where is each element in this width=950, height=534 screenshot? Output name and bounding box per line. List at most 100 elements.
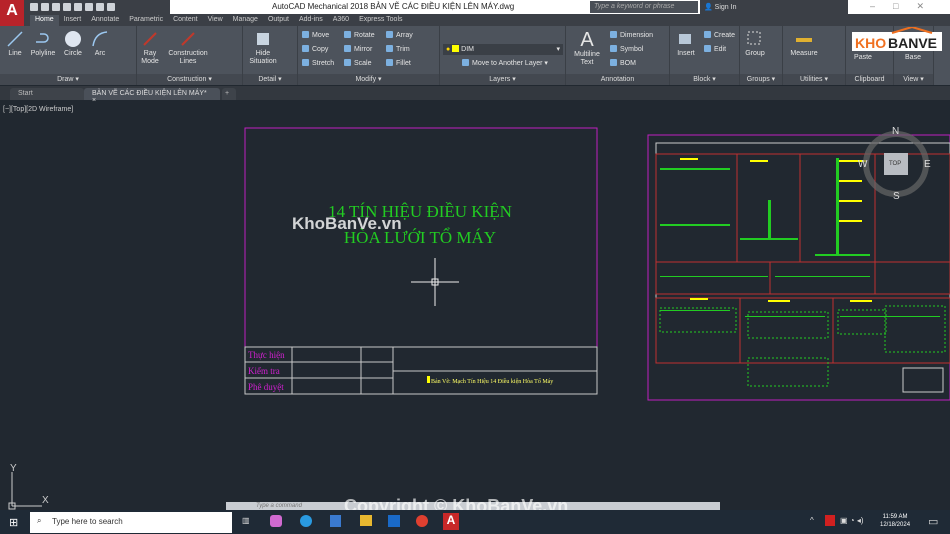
- arc-button[interactable]: Arc: [88, 30, 112, 58]
- open-icon[interactable]: [41, 3, 49, 11]
- window-controls[interactable]: –□✕: [870, 1, 942, 12]
- autocad-taskbar-icon[interactable]: A: [443, 513, 459, 530]
- compass-south[interactable]: S: [893, 191, 900, 202]
- file-tabs: Start BẢN VẼ CÁC ĐIỀU KIỆN LÊN MÁY* × +: [0, 86, 950, 104]
- clock[interactable]: 11:59 AM 12/18/2024: [880, 513, 910, 529]
- insert-button[interactable]: Insert: [672, 30, 700, 58]
- panel-label: Clipboard: [846, 74, 893, 85]
- scale-button[interactable]: Scale: [344, 59, 372, 67]
- sign-in-label: Sign In: [714, 4, 737, 11]
- tray-app-icon[interactable]: [825, 515, 835, 526]
- dimension-icon: [610, 31, 617, 38]
- array-button[interactable]: Array: [386, 31, 413, 39]
- file-explorer-icon[interactable]: [360, 515, 372, 526]
- panel-label[interactable]: View ▾: [894, 74, 933, 85]
- tab-drawing[interactable]: BẢN VẼ CÁC ĐIỀU KIỆN LÊN MÁY* ×: [84, 88, 220, 104]
- fillet-icon: [386, 59, 393, 66]
- bom-button[interactable]: BOM: [610, 59, 636, 67]
- create-block-button[interactable]: Create: [704, 31, 735, 39]
- window-title: AutoCAD Mechanical 2018 BẢN VẼ CÁC ĐIỀU …: [272, 2, 515, 11]
- polyline-button[interactable]: Polyline: [28, 30, 58, 58]
- hide-situation-button[interactable]: Hide Situation: [245, 30, 281, 66]
- multiline-text-button[interactable]: A Multiline Text: [568, 29, 606, 67]
- viewcube[interactable]: N W E S TOP: [858, 126, 942, 202]
- panel-label[interactable]: Modify ▾: [298, 74, 439, 85]
- trim-button[interactable]: Trim: [386, 45, 410, 53]
- ray-mode-button[interactable]: Ray Mode: [137, 30, 163, 66]
- compass-east[interactable]: E: [924, 159, 931, 170]
- paste-button[interactable]: Paste: [850, 54, 876, 62]
- new-tab-button[interactable]: +: [222, 88, 236, 100]
- workspace-icon[interactable]: [107, 3, 115, 11]
- windows-start-icon[interactable]: ⊞: [9, 516, 18, 529]
- edge-icon[interactable]: [300, 515, 312, 527]
- drawing-canvas[interactable]: 14 TÍN HIỆU ĐIỀU KIỆN HÒA LƯỚI TỔ MÁY Th…: [0, 100, 950, 510]
- viewcube-top-face[interactable]: TOP: [889, 161, 901, 167]
- task-view-icon[interactable]: ▥: [242, 516, 250, 525]
- layer-dropdown[interactable]: ● DIM ▾: [443, 44, 563, 55]
- new-icon[interactable]: [30, 3, 38, 11]
- copilot-icon[interactable]: [270, 515, 282, 527]
- polyline-icon: [36, 33, 49, 43]
- panel-construction: Ray Mode Construction Lines Construction…: [137, 26, 243, 85]
- panel-label[interactable]: Construction ▾: [137, 74, 242, 85]
- save-icon[interactable]: [52, 3, 60, 11]
- crosshair-cursor: [411, 258, 459, 306]
- measure-button[interactable]: Measure: [787, 30, 821, 58]
- row-label-kiem-tra: Kiểm tra: [248, 366, 280, 376]
- drawing-caption: Bản Vẽ: Mạch Tín Hiệu 14 Điều kiện Hòa T…: [431, 378, 553, 385]
- undo-icon[interactable]: [85, 3, 93, 11]
- redo-icon[interactable]: [96, 3, 104, 11]
- search-icon: ⌕: [37, 516, 42, 525]
- panel-label[interactable]: Utilities ▾: [783, 74, 845, 85]
- row-label-thuc-hien: Thực hiện: [248, 350, 285, 360]
- print-icon[interactable]: [74, 3, 82, 11]
- layer-move-icon: [462, 59, 469, 66]
- outlook-icon[interactable]: [388, 515, 400, 527]
- tab-start[interactable]: Start: [10, 88, 84, 100]
- notifications-icon[interactable]: ▭: [928, 515, 938, 528]
- search-input[interactable]: Type a keyword or phrase: [590, 1, 698, 13]
- tray-chevron-icon[interactable]: ^: [810, 516, 814, 525]
- panel-label[interactable]: Groups ▾: [740, 74, 782, 85]
- panel-detail: Hide Situation Detail ▾: [243, 26, 298, 85]
- move-to-another-layer-button[interactable]: Move to Another Layer ▾: [462, 59, 548, 67]
- base-button[interactable]: Base: [900, 54, 926, 62]
- copy-button[interactable]: Copy: [302, 45, 328, 53]
- compass-north[interactable]: N: [892, 126, 899, 137]
- sign-in-button[interactable]: 👤 Sign In: [700, 0, 848, 14]
- mirror-button[interactable]: Mirror: [344, 45, 372, 53]
- panel-label[interactable]: Draw ▾: [0, 74, 136, 85]
- stretch-button[interactable]: Stretch: [302, 59, 334, 67]
- network-volume-icons[interactable]: ▣ ◔ ◂): [840, 516, 864, 525]
- panel-label[interactable]: Block ▾: [670, 74, 739, 85]
- chrome-icon[interactable]: [416, 515, 428, 527]
- fillet-button[interactable]: Fillet: [386, 59, 411, 67]
- dimension-button[interactable]: Dimension: [610, 31, 653, 39]
- circle-button[interactable]: Circle: [60, 30, 86, 58]
- rotate-icon: [344, 31, 351, 38]
- panel-label[interactable]: Layers ▾: [440, 74, 565, 85]
- panel-block: Insert Create Edit Block ▾: [670, 26, 740, 85]
- ucs-y-label: Y: [10, 463, 17, 474]
- symbol-button[interactable]: Symbol: [610, 45, 643, 53]
- construction-lines-button[interactable]: Construction Lines: [165, 30, 211, 66]
- compass-west[interactable]: W: [858, 159, 867, 170]
- panel-label[interactable]: Detail ▾: [243, 74, 297, 85]
- layer-color-swatch: [452, 45, 460, 52]
- move-button[interactable]: Move: [302, 31, 329, 39]
- store-icon[interactable]: [330, 515, 341, 527]
- move-icon: [302, 31, 309, 38]
- save-as-icon[interactable]: [63, 3, 71, 11]
- construction-line-icon: [181, 32, 195, 46]
- taskbar-search-input[interactable]: ⌕ Type here to search: [30, 512, 232, 533]
- edit-block-button[interactable]: Edit: [704, 45, 726, 53]
- application-menu-button[interactable]: A: [0, 0, 24, 26]
- svg-text:KHO: KHO: [855, 35, 886, 51]
- svg-text:BANVE: BANVE: [888, 35, 937, 51]
- edit-icon: [704, 45, 711, 52]
- rotate-button[interactable]: Rotate: [344, 31, 375, 39]
- group-icon: [747, 31, 761, 45]
- line-button[interactable]: Line: [4, 30, 26, 58]
- group-button[interactable]: Group: [742, 30, 768, 58]
